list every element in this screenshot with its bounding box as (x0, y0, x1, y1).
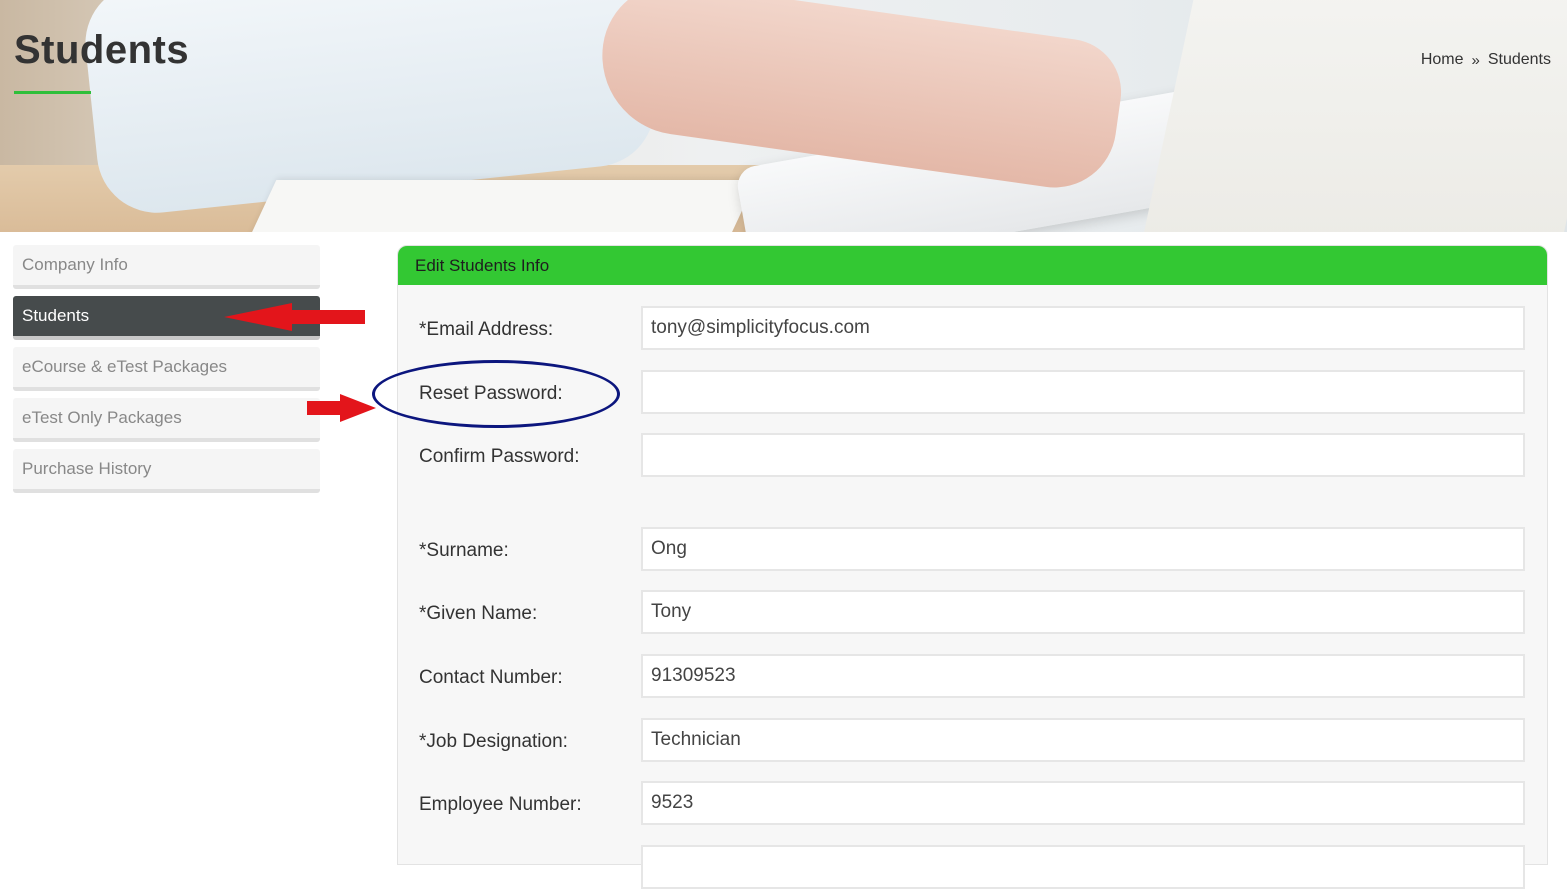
sidebar-item-ecourse-etest-packages[interactable]: eCourse & eTest Packages (13, 347, 320, 391)
header-banner: Students Home » Students (0, 0, 1567, 232)
sidebar: Company Info Students eCourse & eTest Pa… (13, 245, 320, 500)
panel-header: Edit Students Info (398, 246, 1547, 285)
sidebar-item-label: Company Info (22, 255, 128, 274)
given-name-field[interactable] (641, 590, 1525, 634)
given-name-label: *Given Name: (419, 603, 538, 624)
breadcrumb-separator-icon: » (1471, 51, 1480, 69)
banner-paper-image (243, 180, 757, 232)
breadcrumb: Home » Students (1421, 51, 1551, 69)
title-underline (14, 91, 91, 94)
email-field[interactable] (641, 306, 1525, 350)
page-title: Students (14, 28, 190, 72)
employee-number-field[interactable] (641, 781, 1525, 825)
reset-password-field[interactable] (641, 370, 1525, 414)
annotation-ellipse (372, 360, 620, 428)
next-field-row (398, 845, 1547, 891)
next-field[interactable] (641, 845, 1525, 889)
confirm-password-row: Confirm Password: (398, 433, 1547, 479)
sidebar-item-company-info[interactable]: Company Info (13, 245, 320, 289)
banner-screen-image (1142, 0, 1567, 232)
job-designation-row: *Job Designation: (398, 718, 1547, 764)
sidebar-item-label: Purchase History (22, 459, 152, 478)
contact-number-label: Contact Number: (419, 667, 563, 688)
breadcrumb-current: Students (1487, 51, 1551, 68)
surname-label: *Surname: (419, 540, 509, 561)
sidebar-item-label: eCourse & eTest Packages (22, 357, 228, 376)
confirm-password-field[interactable] (641, 433, 1525, 477)
sidebar-item-etest-only-packages[interactable]: eTest Only Packages (13, 398, 320, 442)
sidebar-item-label: eTest Only Packages (22, 408, 182, 427)
given-name-row: *Given Name: (398, 590, 1547, 636)
surname-row: *Surname: (398, 527, 1547, 573)
contact-number-row: Contact Number: (398, 654, 1547, 700)
email-row: *Email Address: (398, 306, 1547, 352)
employee-number-label: Employee Number: (419, 794, 582, 815)
surname-field[interactable] (641, 527, 1525, 571)
edit-students-panel: Edit Students Info *Email Address: Reset… (397, 245, 1548, 889)
panel-title: Edit Students Info (415, 255, 550, 275)
annotation-arrow-right-icon (307, 394, 376, 422)
job-designation-label: *Job Designation: (419, 731, 568, 752)
confirm-password-label: Confirm Password: (419, 446, 580, 467)
job-designation-field[interactable] (641, 718, 1525, 762)
contact-number-field[interactable] (641, 654, 1525, 698)
annotation-arrow-left-icon (224, 303, 365, 331)
sidebar-item-purchase-history[interactable]: Purchase History (13, 449, 320, 493)
email-label: *Email Address: (419, 319, 554, 340)
sidebar-item-label: Students (22, 306, 90, 325)
employee-number-row: Employee Number: (398, 781, 1547, 827)
breadcrumb-home-link[interactable]: Home (1421, 51, 1464, 69)
